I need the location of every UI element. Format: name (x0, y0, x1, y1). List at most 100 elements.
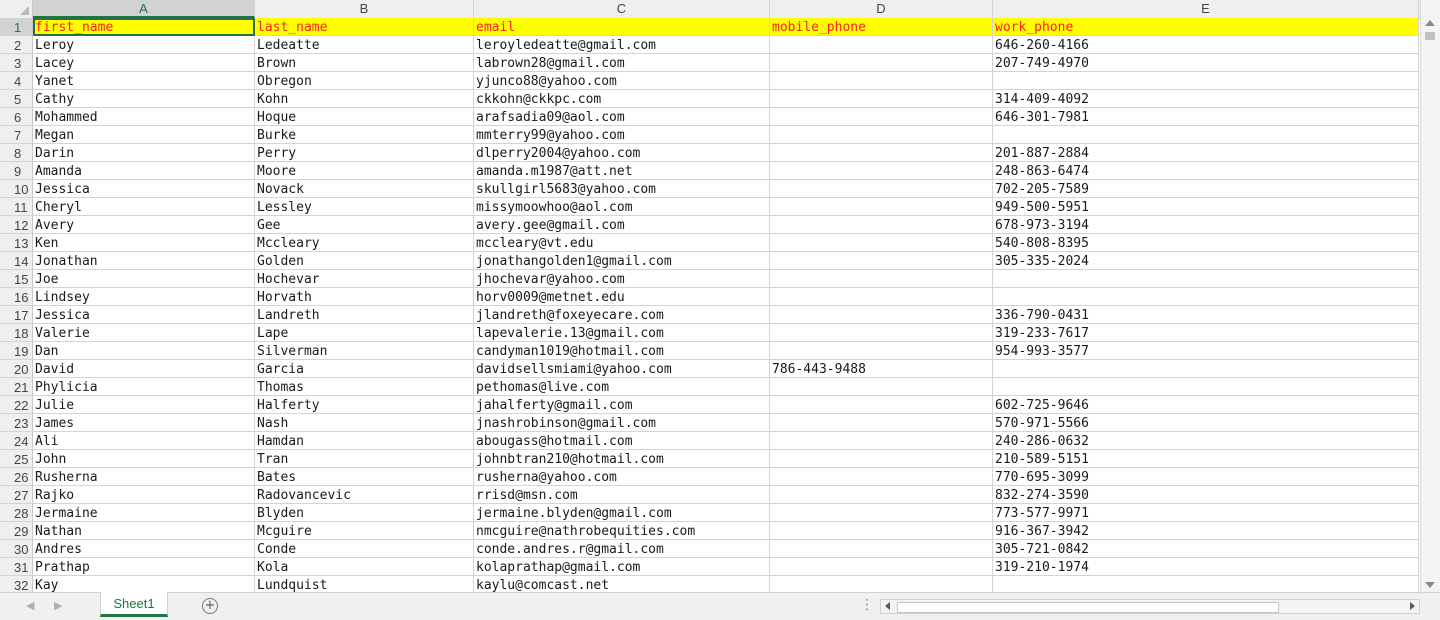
cell-email[interactable]: skullgirl5683@yahoo.com (474, 180, 770, 198)
cell-last-name[interactable]: Tran (255, 450, 474, 468)
vertical-scrollbar[interactable] (1420, 0, 1440, 592)
cell-first-name[interactable]: Ken (33, 234, 255, 252)
cell-mobile-phone[interactable] (770, 576, 993, 592)
row-number[interactable]: 3 (0, 54, 33, 72)
cell-first-name[interactable]: Yanet (33, 72, 255, 90)
cell-email[interactable]: lapevalerie.13@gmail.com (474, 324, 770, 342)
cell-email[interactable]: jnashrobinson@gmail.com (474, 414, 770, 432)
cell-work-phone[interactable]: 207-749-4970 (993, 54, 1419, 72)
cell-last-name[interactable]: Landreth (255, 306, 474, 324)
cell-work-phone[interactable]: 602-725-9646 (993, 396, 1419, 414)
cell-mobile-phone[interactable] (770, 342, 993, 360)
cell-last-name[interactable]: Ledeatte (255, 36, 474, 54)
row-number[interactable]: 13 (0, 234, 33, 252)
cell-mobile-phone[interactable] (770, 558, 993, 576)
cell-last-name[interactable]: Hamdan (255, 432, 474, 450)
cell-first-name[interactable]: Phylicia (33, 378, 255, 396)
cell-last-name[interactable]: Horvath (255, 288, 474, 306)
cell-mobile-phone[interactable] (770, 522, 993, 540)
row-number[interactable]: 29 (0, 522, 33, 540)
cell-first-name[interactable]: Ali (33, 432, 255, 450)
cell-last-name[interactable]: Halferty (255, 396, 474, 414)
cell-work-phone[interactable]: 319-233-7617 (993, 324, 1419, 342)
cell-first-name[interactable]: Prathap (33, 558, 255, 576)
cell-work-phone[interactable]: 646-260-4166 (993, 36, 1419, 54)
row-number[interactable]: 1 (0, 18, 33, 36)
cell-work-phone[interactable]: 954-993-3577 (993, 342, 1419, 360)
cell-mobile-phone[interactable] (770, 432, 993, 450)
row-number[interactable]: 27 (0, 486, 33, 504)
cell-last-name[interactable]: Kola (255, 558, 474, 576)
row-number[interactable]: 25 (0, 450, 33, 468)
cell-mobile-phone[interactable] (770, 288, 993, 306)
cell-email[interactable]: kolaprathap@gmail.com (474, 558, 770, 576)
cell-email[interactable]: abougass@hotmail.com (474, 432, 770, 450)
cell-last-name[interactable]: Radovancevic (255, 486, 474, 504)
cell-email[interactable]: amanda.m1987@att.net (474, 162, 770, 180)
cell-email[interactable]: dlperry2004@yahoo.com (474, 144, 770, 162)
cell-work-phone[interactable]: 832-274-3590 (993, 486, 1419, 504)
scroll-right-icon[interactable] (1410, 602, 1415, 610)
cell-mobile-phone[interactable] (770, 216, 993, 234)
cell-mobile-phone[interactable] (770, 450, 993, 468)
cell-first-name[interactable]: Kay (33, 576, 255, 592)
cell-work-phone[interactable]: 314-409-4092 (993, 90, 1419, 108)
cell-first-name[interactable]: Joe (33, 270, 255, 288)
cell-mobile-phone[interactable] (770, 414, 993, 432)
cell-first-name[interactable]: Rusherna (33, 468, 255, 486)
cell-mobile-phone[interactable] (770, 36, 993, 54)
cell-email[interactable]: mccleary@vt.edu (474, 234, 770, 252)
cell-email[interactable]: email (474, 18, 770, 36)
cell-mobile-phone[interactable] (770, 54, 993, 72)
row-number[interactable]: 22 (0, 396, 33, 414)
cell-mobile-phone[interactable] (770, 144, 993, 162)
cell-email[interactable]: candyman1019@hotmail.com (474, 342, 770, 360)
cell-last-name[interactable]: Golden (255, 252, 474, 270)
cell-work-phone[interactable]: 540-808-8395 (993, 234, 1419, 252)
cell-work-phone[interactable]: 248-863-6474 (993, 162, 1419, 180)
cell-last-name[interactable]: Lessley (255, 198, 474, 216)
cell-work-phone[interactable]: 646-301-7981 (993, 108, 1419, 126)
cell-first-name[interactable]: Darin (33, 144, 255, 162)
cell-email[interactable]: rrisd@msn.com (474, 486, 770, 504)
cell-mobile-phone[interactable] (770, 72, 993, 90)
cell-mobile-phone[interactable] (770, 306, 993, 324)
cell-work-phone[interactable] (993, 288, 1419, 306)
cell-first-name[interactable]: Rajko (33, 486, 255, 504)
row-number[interactable]: 24 (0, 432, 33, 450)
cell-last-name[interactable]: Thomas (255, 378, 474, 396)
cell-work-phone[interactable] (993, 360, 1419, 378)
row-number[interactable]: 20 (0, 360, 33, 378)
row-number[interactable]: 19 (0, 342, 33, 360)
cell-first-name[interactable]: Valerie (33, 324, 255, 342)
cell-first-name[interactable]: Leroy (33, 36, 255, 54)
cell-work-phone[interactable]: 305-335-2024 (993, 252, 1419, 270)
cell-last-name[interactable]: Nash (255, 414, 474, 432)
cell-email[interactable]: jlandreth@foxeyecare.com (474, 306, 770, 324)
cell-email[interactable]: yjunco88@yahoo.com (474, 72, 770, 90)
cell-last-name[interactable]: Silverman (255, 342, 474, 360)
row-number[interactable]: 9 (0, 162, 33, 180)
cell-first-name[interactable]: Dan (33, 342, 255, 360)
row-number[interactable]: 5 (0, 90, 33, 108)
cell-work-phone[interactable]: 678-973-3194 (993, 216, 1419, 234)
cell-mobile-phone[interactable] (770, 108, 993, 126)
cell-email[interactable]: conde.andres.r@gmail.com (474, 540, 770, 558)
cell-work-phone[interactable] (993, 378, 1419, 396)
column-header-e[interactable]: E (993, 0, 1419, 18)
cell-work-phone[interactable] (993, 270, 1419, 288)
cell-email[interactable]: davidsellsmiami@yahoo.com (474, 360, 770, 378)
cell-email[interactable]: ckkohn@ckkpc.com (474, 90, 770, 108)
column-header-a[interactable]: A (33, 0, 255, 18)
cell-first-name[interactable]: Jonathan (33, 252, 255, 270)
cell-work-phone[interactable]: 570-971-5566 (993, 414, 1419, 432)
cell-email[interactable]: missymoowhoo@aol.com (474, 198, 770, 216)
column-header-c[interactable]: C (474, 0, 770, 18)
row-number[interactable]: 4 (0, 72, 33, 90)
cell-work-phone[interactable]: 319-210-1974 (993, 558, 1419, 576)
row-number[interactable]: 11 (0, 198, 33, 216)
cell-work-phone[interactable]: 240-286-0632 (993, 432, 1419, 450)
cell-last-name[interactable]: Bates (255, 468, 474, 486)
cell-mobile-phone[interactable] (770, 162, 993, 180)
row-number[interactable]: 12 (0, 216, 33, 234)
